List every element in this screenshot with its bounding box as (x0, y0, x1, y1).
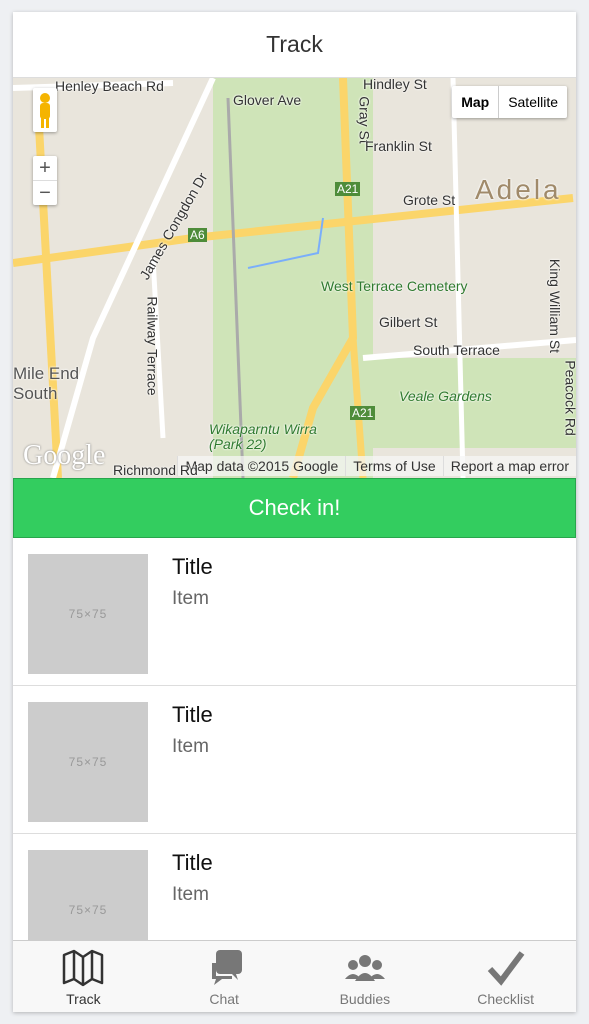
map-type-control: Map Satellite (452, 86, 567, 118)
list-item[interactable]: 75×75 Title Item (13, 538, 576, 686)
tab-checklist[interactable]: Checklist (435, 941, 576, 1012)
people-icon (344, 955, 385, 981)
map-data-text: Map data ©2015 Google (177, 456, 345, 476)
tab-label: Checklist (477, 991, 535, 1007)
map-label: South Terrace (413, 342, 500, 358)
zoom-in-button[interactable]: + (33, 156, 57, 180)
map-label: A21 (335, 182, 361, 196)
map-label: Gilbert St (379, 314, 438, 330)
list-item[interactable]: 75×75 Title Item (13, 686, 576, 834)
item-title: Title (172, 850, 213, 875)
item-subtitle: Item (172, 884, 209, 905)
map-label: Gray St (356, 96, 373, 144)
item-title: Title (172, 554, 213, 579)
tab-bar: Track Chat Buddies Checklist (13, 940, 576, 1012)
street-view-pegman-icon[interactable] (33, 88, 57, 132)
thumbnail-placeholder: 75×75 (28, 554, 148, 674)
map-label: Glover Ave (233, 92, 302, 108)
map-attribution: Map data ©2015 Google Terms of Use Repor… (177, 456, 576, 476)
map-label: Mile End South (13, 364, 80, 403)
item-subtitle: Item (172, 736, 209, 757)
map-type-satellite-button[interactable]: Satellite (499, 86, 567, 118)
zoom-out-button[interactable]: − (33, 180, 57, 205)
map-label: West Terrace Cemetery (321, 278, 468, 294)
terms-of-use-link[interactable]: Terms of Use (345, 456, 442, 476)
map-label: Hindley St (363, 78, 427, 92)
map-label: Richmond Rd (113, 462, 198, 478)
thumbnail-placeholder: 75×75 (28, 702, 148, 822)
map-label: Adela (475, 174, 562, 205)
map-label: Franklin St (365, 138, 432, 154)
map-label: Peacock Rd (562, 360, 576, 436)
app-frame: Track Henley Beach Rd Glover Ave Hindley… (13, 12, 576, 1012)
tab-buddies[interactable]: Buddies (295, 941, 436, 1012)
tab-track[interactable]: Track (13, 941, 154, 1012)
tab-label: Buddies (339, 991, 391, 1007)
map-label: A21 (350, 406, 376, 420)
map-label: A6 (188, 228, 207, 242)
tab-label: Chat (209, 991, 239, 1007)
map-label: King William St (547, 258, 564, 354)
report-map-error-link[interactable]: Report a map error (442, 456, 576, 476)
map-icon (63, 949, 104, 987)
check-in-button[interactable]: Check in! (13, 478, 576, 538)
page-title: Track (13, 12, 576, 78)
map-type-map-button[interactable]: Map (452, 86, 500, 118)
item-subtitle: Item (172, 588, 209, 609)
map-roads (13, 78, 576, 478)
chat-icon (212, 950, 243, 985)
map-label: Grote St (403, 192, 456, 208)
zoom-control: + − (33, 156, 57, 205)
map-view[interactable]: Henley Beach Rd Glover Ave Hindley St Gr… (13, 78, 576, 478)
tab-label: Track (66, 991, 101, 1007)
google-logo: Google (23, 440, 106, 471)
map-label: Veale Gardens (399, 388, 492, 404)
checkmark-icon (487, 951, 525, 986)
map-label: Wikaparntu Wirra (Park 22) (209, 421, 317, 452)
item-list: 75×75 Title Item 75×75 Title Item 75×75 … (13, 538, 576, 982)
item-title: Title (172, 702, 213, 727)
tab-chat[interactable]: Chat (154, 941, 295, 1012)
map-label: Railway Terrace (144, 296, 161, 396)
map-label: Henley Beach Rd (55, 78, 164, 94)
